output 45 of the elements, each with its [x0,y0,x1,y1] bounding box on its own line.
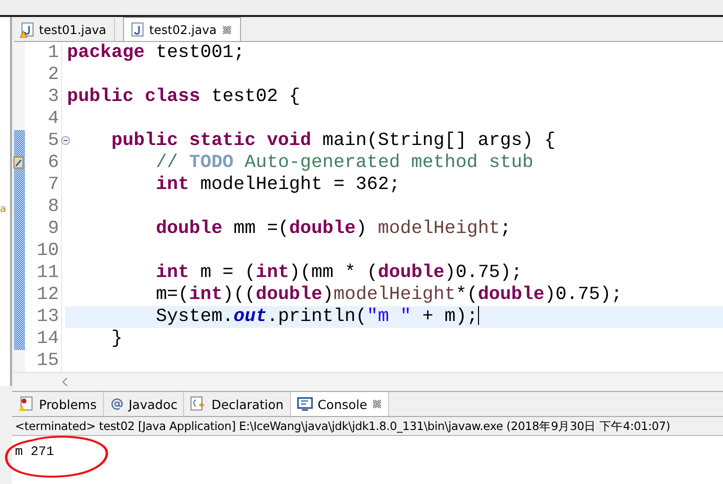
panel-text-fragment: a [0,204,6,215]
line-number: 6 [48,152,59,173]
problems-icon [18,396,34,412]
line-number: 13 [36,306,59,327]
line-number: 1 [48,42,59,63]
editor-tab[interactable]: test02.java [123,17,241,41]
code-line: double mm =(double) modelHeight; [154,218,512,239]
code-line: m=(int)((double)modelHeight*(double)0.75); [154,284,622,305]
at-sign-icon [110,397,124,411]
view-tab[interactable]: Declaration [184,392,291,416]
view-tab[interactable]: Console [290,392,390,416]
text-cursor [478,306,479,325]
view-tab[interactable]: Problems [12,392,104,416]
line-number: 14 [36,328,59,349]
scroll-left-icon[interactable] [62,378,68,386]
collapse-icon[interactable] [61,136,70,145]
line-number: 2 [48,64,59,85]
close-icon[interactable] [222,24,232,34]
line-number: 10 [36,240,59,261]
java-file-icon [130,22,144,38]
declaration-icon [190,396,206,412]
code-line: int m = (int)(mm * (double)0.75); [154,262,522,283]
line-number: 9 [48,218,59,239]
line-number: 11 [36,262,59,283]
java-file-icon [20,22,34,38]
line-number: 3 [48,86,59,107]
code-line: // TODO Auto-generated method stub [154,152,534,173]
code-line: package test001; [67,42,245,63]
editor-tab[interactable]: test01.java [14,18,116,41]
code-line: System.out.println("m " + m); [154,306,478,327]
console-output: m 271 [15,444,54,459]
line-number: 8 [48,196,59,217]
code-line: } [110,328,123,349]
code-line: int modelHeight = 362; [154,174,400,195]
line-number: 15 [36,350,59,371]
code-line: public class test02 { [67,86,300,107]
line-number: 7 [48,174,59,195]
code-line: public static void main(String[] args) { [110,130,556,151]
view-tab[interactable]: Javadoc [104,392,184,416]
line-number: 4 [48,108,59,129]
close-icon[interactable] [372,399,382,409]
monitor-icon [296,396,313,412]
line-number: 5 [48,130,59,151]
horizontal-scrollbar[interactable] [14,372,723,390]
line-number: 12 [36,284,59,305]
